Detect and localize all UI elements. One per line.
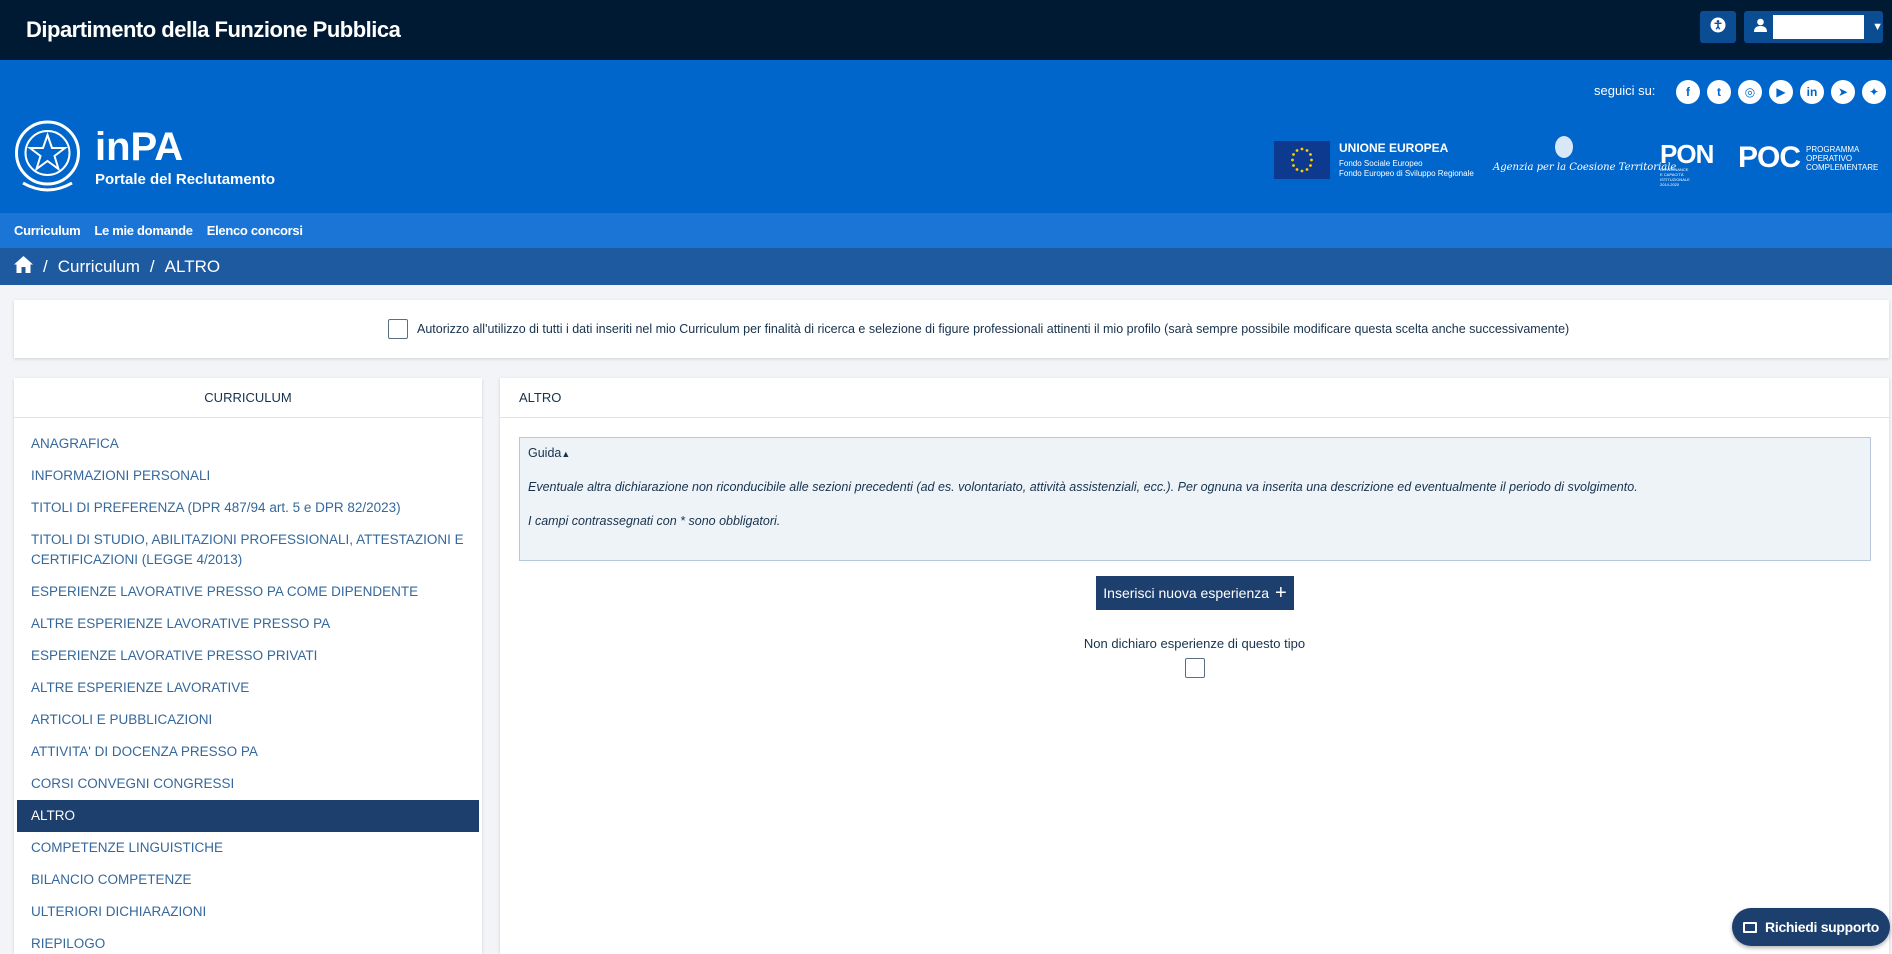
user-name (1773, 15, 1865, 39)
sidebar-item-competenze-linguistiche[interactable]: COMPETENZE LINGUISTICHE (17, 832, 479, 864)
breadcrumb-current: ALTRO (164, 256, 221, 276)
pon-mark: PON (1660, 139, 1714, 169)
envelope-icon (1743, 921, 1758, 933)
other-social-icon[interactable]: ✦ (1862, 80, 1886, 104)
breadcrumb: / Curriculum / ALTRO (0, 248, 1892, 285)
poc-logo: POC PROGRAMMA OPERATIVO COMPLEMENTARE (1738, 141, 1878, 175)
consent-checkbox[interactable] (388, 319, 408, 339)
eu-flag-icon (1274, 141, 1330, 179)
sidebar-item-riepilogo[interactable]: RIEPILOGO (17, 928, 479, 954)
sidebar-item-articoli-pubblicazioni[interactable]: ARTICOLI E PUBBLICAZIONI (17, 704, 479, 736)
brand-name: inPA (95, 125, 184, 169)
main-nav: Curriculum Le mie domande Elenco concors… (0, 213, 1892, 248)
chevron-up-icon: ▲ (561, 449, 571, 459)
accessibility-button[interactable] (1700, 11, 1736, 43)
sidebar-title: CURRICULUM (14, 378, 482, 418)
pon-sub-4: 2014-2020 (1660, 182, 1680, 187)
consent-text: Autorizzo all'utilizzo di tutti i dati i… (417, 322, 1570, 336)
guide-text: Eventuale altra dichiarazione non ricond… (528, 480, 1638, 494)
twitter-icon[interactable]: t (1707, 80, 1731, 104)
support-label: Richiedi supporto (1765, 919, 1879, 935)
sidebar-item-ulteriori-dichiarazioni[interactable]: ULTERIORI DICHIARAZIONI (17, 896, 479, 928)
chevron-down-icon: ▼ (1872, 21, 1883, 33)
breadcrumb-separator: / (149, 256, 155, 276)
sidebar-item-altre-esperienze-pa[interactable]: ALTRE ESPERIENZE LAVORATIVE PRESSO PA (17, 608, 479, 640)
consent-card: Autorizzo all'utilizzo di tutti i dati i… (14, 300, 1889, 358)
top-bar: Dipartimento della Funzione Pubblica ▼ (0, 0, 1892, 60)
breadcrumb-curriculum[interactable]: Curriculum (58, 257, 140, 277)
curriculum-sidebar: CURRICULUM ANAGRAFICA INFORMAZIONI PERSO… (14, 378, 482, 954)
guide-required-note: I campi contrassegnati con * sono obblig… (528, 514, 781, 528)
nav-le-mie-domande[interactable]: Le mie domande (94, 223, 193, 238)
guide-toggle[interactable]: Guida▲ (528, 446, 1862, 460)
sidebar-item-esperienze-pa-dipendente[interactable]: ESPERIENZE LAVORATIVE PRESSO PA COME DIP… (17, 576, 479, 608)
sidebar-item-informazioni-personali[interactable]: INFORMAZIONI PERSONALI (17, 460, 479, 492)
instagram-icon[interactable]: ◎ (1738, 80, 1762, 104)
youtube-icon[interactable]: ▶ (1769, 80, 1793, 104)
pon-logo: PON GOVERNANCE E CAPACITÀ ISTITUZIONALE … (1660, 139, 1714, 187)
sidebar-item-bilancio-competenze[interactable]: BILANCIO COMPETENZE (17, 864, 479, 896)
eu-title: UNIONE EUROPEA (1339, 141, 1449, 155)
nav-elenco-concorsi[interactable]: Elenco concorsi (207, 223, 303, 238)
add-experience-button[interactable]: Inserisci nuova esperienza + (1096, 576, 1294, 610)
section-title: ALTRO (500, 378, 1889, 418)
plus-icon: + (1275, 582, 1287, 604)
sidebar-item-altro[interactable]: ALTRO (17, 800, 479, 832)
poc-subtitle: PROGRAMMA OPERATIVO COMPLEMENTARE (1806, 145, 1878, 172)
user-menu-button[interactable]: ▼ (1744, 11, 1883, 43)
nav-curriculum[interactable]: Curriculum (14, 223, 81, 238)
support-button[interactable]: Richiedi supporto (1732, 908, 1890, 946)
guide-box: Guida▲ Eventuale altra dichiarazione non… (519, 437, 1871, 561)
poc-sub-2: OPERATIVO (1806, 153, 1853, 163)
brand-subtitle: Portale del Reclutamento (95, 171, 276, 188)
no-declaration-label: Non dichiaro esperienze di questo tipo (1083, 636, 1306, 651)
agency-emblem-icon (1555, 136, 1573, 158)
brand[interactable]: inPA Portale del Reclutamento (95, 125, 275, 188)
agency-logo: Agenzia per la Coesione Territoriale (1493, 162, 1677, 173)
sidebar-item-esperienze-privati[interactable]: ESPERIENZE LAVORATIVE PRESSO PRIVATI (17, 640, 479, 672)
eu-line-1: Fondo Sociale Europeo (1339, 159, 1423, 168)
poc-mark: POC (1738, 141, 1801, 174)
user-icon (1754, 18, 1767, 37)
telegram-icon[interactable]: ➤ (1831, 80, 1855, 104)
eu-line-2: Fondo Europeo di Sviluppo Regionale (1339, 169, 1474, 178)
main-panel: ALTRO Guida▲ Eventuale altra dichiarazio… (500, 378, 1889, 954)
follow-label: seguici su: (1594, 83, 1656, 98)
sidebar-item-corsi-convegni[interactable]: CORSI CONVEGNI CONGRESSI (17, 768, 479, 800)
facebook-icon[interactable]: f (1676, 80, 1700, 104)
social-links: f t ◎ ▶ in ➤ ✦ (1676, 80, 1886, 104)
add-experience-label: Inserisci nuova esperienza (1103, 585, 1270, 601)
sidebar-item-altre-esperienze[interactable]: ALTRE ESPERIENZE LAVORATIVE (17, 672, 479, 704)
no-declaration-checkbox[interactable] (1185, 658, 1205, 678)
poc-sub-3: COMPLEMENTARE (1806, 162, 1879, 172)
linkedin-icon[interactable]: in (1800, 80, 1824, 104)
republic-emblem-icon[interactable] (13, 117, 82, 195)
home-icon[interactable] (14, 255, 33, 278)
sidebar-item-attivita-docenza[interactable]: ATTIVITA' DI DOCENZA PRESSO PA (17, 736, 479, 768)
sidebar-item-anagrafica[interactable]: ANAGRAFICA (17, 428, 479, 460)
department-title[interactable]: Dipartimento della Funzione Pubblica (26, 17, 401, 43)
sidebar-item-titoli-studio[interactable]: TITOLI DI STUDIO, ABILITAZIONI PROFESSIO… (17, 524, 479, 576)
guide-label: Guida (528, 446, 562, 460)
poc-sub-1: PROGRAMMA (1806, 144, 1860, 154)
eu-subtitle: Fondo Sociale Europeo Fondo Europeo di S… (1339, 159, 1474, 179)
accessibility-icon (1710, 17, 1726, 38)
breadcrumb-separator: / (43, 256, 48, 276)
sidebar-item-titoli-preferenza[interactable]: TITOLI DI PREFERENZA (DPR 487/94 art. 5 … (17, 492, 479, 524)
sidebar-menu: ANAGRAFICA INFORMAZIONI PERSONALI TITOLI… (14, 418, 482, 954)
eu-logo-text: UNIONE EUROPEA Fondo Sociale Europeo Fon… (1339, 141, 1474, 179)
